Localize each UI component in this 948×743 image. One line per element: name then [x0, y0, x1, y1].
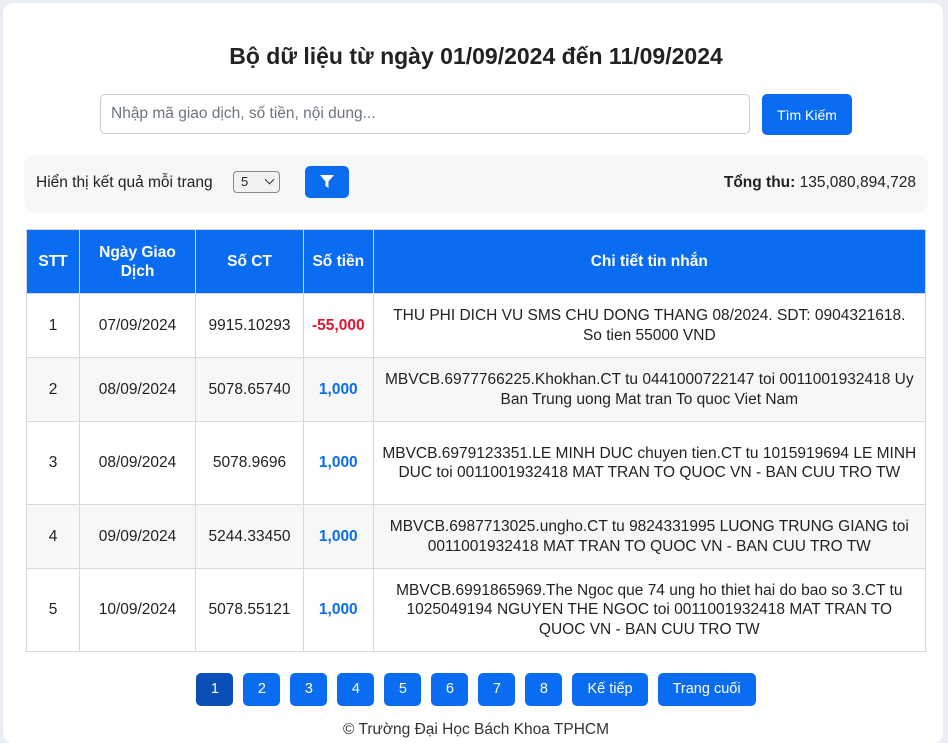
page-title: Bộ dữ liệu từ ngày 01/09/2024 đến 11/09/… — [229, 43, 723, 69]
search-button[interactable]: Tìm Kiếm — [762, 94, 852, 135]
total-label: Tổng thu: — [723, 174, 796, 191]
per-page-label: Hiển thị kết quả mỗi trang — [36, 174, 213, 191]
cell-date: 10/09/2024 — [79, 568, 196, 652]
cell-ct: 5078.9696 — [195, 421, 304, 505]
cell-detail: MBVCB.6991865969.The Ngoc que 74 ung ho … — [372, 568, 927, 652]
column-header-stt: STT — [26, 229, 80, 294]
cell-stt: 2 — [26, 357, 80, 422]
cell-date: 07/09/2024 — [79, 293, 196, 358]
cell-ct: 5078.65740 — [195, 357, 304, 422]
search-input[interactable] — [100, 94, 750, 134]
page-button-6[interactable]: 6 — [431, 673, 469, 706]
page-button-4[interactable]: 4 — [337, 673, 375, 706]
cell-detail: MBVCB.6977766225.Khokhan.CT tu 044100072… — [372, 357, 927, 422]
cell-detail: THU PHI DICH VU SMS CHU DONG THANG 08/20… — [372, 293, 927, 358]
cell-amount: 1,000 — [303, 504, 374, 569]
cell-amount: 1,000 — [303, 421, 374, 505]
cell-ct: 5078.55121 — [195, 568, 304, 652]
cell-ct: 5244.33450 — [195, 504, 304, 569]
total-value: 135,080,894,728 — [799, 174, 916, 191]
table-row: 5 10/09/2024 5078.55121 1,000 MBVCB.6991… — [26, 568, 927, 652]
column-header-date: Ngày Giao Dịch — [79, 229, 196, 294]
cell-detail: MBVCB.6987713025.ungho.CT tu 9824331995 … — [372, 504, 927, 569]
filter-icon — [320, 175, 334, 188]
cell-amount: -55,000 — [303, 293, 374, 358]
per-page-value: 5 — [241, 174, 249, 189]
cell-amount: 1,000 — [303, 357, 374, 422]
total-income: Tổng thu: 135,080,894,728 — [724, 174, 916, 192]
cell-amount: 1,000 — [303, 568, 374, 652]
chevron-down-icon — [264, 174, 275, 185]
cell-ct: 9915.10293 — [195, 293, 304, 358]
column-header-detail: Chi tiết tin nhắn — [372, 229, 927, 294]
results-toolbar: Hiển thị kết quả mỗi trang 5 Tổng thu: 1… — [25, 155, 927, 210]
cell-date: 08/09/2024 — [79, 421, 196, 505]
table-row: 1 07/09/2024 9915.10293 -55,000 THU PHI … — [26, 293, 927, 358]
page-button-8[interactable]: 8 — [525, 673, 563, 706]
cell-date: 09/09/2024 — [79, 504, 196, 569]
table-row: 3 08/09/2024 5078.9696 1,000 MBVCB.69791… — [26, 421, 927, 505]
table-header-row: STT Ngày Giao Dịch Số CT Số tiền Chi tiế… — [26, 229, 927, 294]
cell-stt: 5 — [26, 568, 80, 652]
transactions-table: STT Ngày Giao Dịch Số CT Số tiền Chi tiế… — [26, 229, 927, 652]
cell-detail: MBVCB.6979123351.LE MINH DUC chuyen tien… — [372, 421, 927, 505]
main-card: Bộ dữ liệu từ ngày 01/09/2024 đến 11/09/… — [3, 3, 943, 743]
column-header-amount: Số tiền — [303, 229, 374, 294]
filter-button[interactable] — [305, 166, 349, 198]
table-row: 4 09/09/2024 5244.33450 1,000 MBVCB.6987… — [26, 504, 927, 569]
cell-date: 08/09/2024 — [79, 357, 196, 422]
page-button-3[interactable]: 3 — [290, 673, 328, 706]
last-page-button[interactable]: Trang cuối — [657, 673, 756, 706]
table-row: 2 08/09/2024 5078.65740 1,000 MBVCB.6977… — [26, 357, 927, 422]
next-page-button[interactable]: Kế tiếp — [572, 673, 648, 706]
cell-stt: 4 — [26, 504, 80, 569]
page-button-1[interactable]: 1 — [196, 673, 234, 706]
page-button-2[interactable]: 2 — [243, 673, 281, 706]
cell-stt: 1 — [26, 293, 80, 358]
footer-text: © Trường Đại Học Bách Khoa TPHCM — [343, 721, 609, 738]
column-header-ct: Số CT — [195, 229, 304, 294]
pagination: 1 2 3 4 5 6 7 8 Kế tiếp Trang cuối — [3, 673, 948, 706]
cell-stt: 3 — [26, 421, 80, 505]
per-page-select[interactable]: 5 — [233, 171, 280, 193]
page-button-5[interactable]: 5 — [384, 673, 422, 706]
page-button-7[interactable]: 7 — [478, 673, 516, 706]
